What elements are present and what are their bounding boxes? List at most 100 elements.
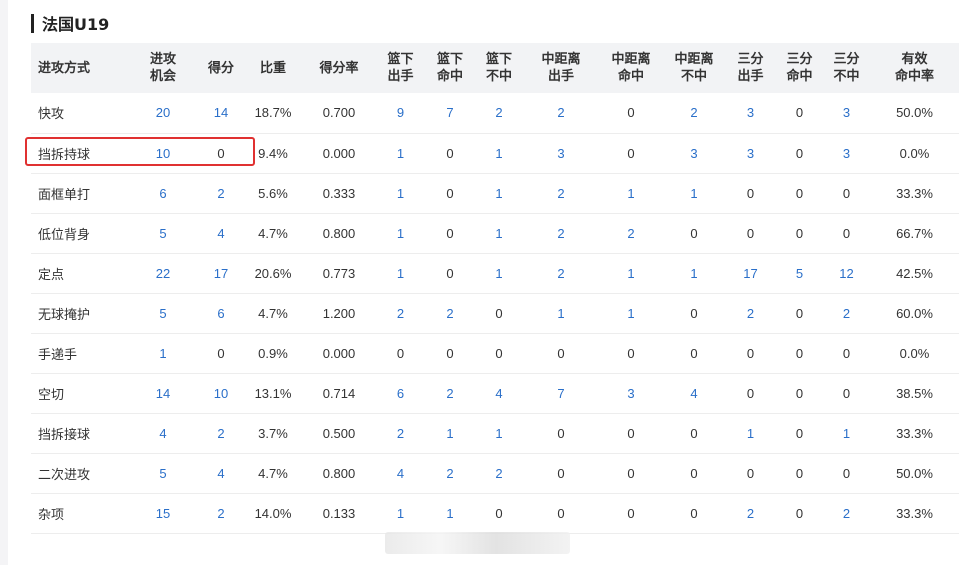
cell-ppp: 0.000 (322, 145, 356, 161)
cell-chances[interactable]: 22 (128, 253, 198, 293)
cell-three_miss[interactable]: 3 (823, 93, 870, 133)
cell-rim_miss[interactable]: 2 (475, 453, 523, 493)
cell-three_miss[interactable]: 2 (823, 493, 870, 533)
cell-rim_att[interactable]: 1 (376, 493, 425, 533)
cell-rim_miss: 0 (495, 505, 503, 521)
column-header-type: 进攻方式 (38, 60, 91, 76)
blurred-watermark (385, 532, 570, 554)
cell-points[interactable]: 4 (198, 213, 244, 253)
cell-three_att[interactable]: 1 (725, 413, 776, 453)
cell-three_miss: 0 (842, 225, 851, 241)
cell-three_att[interactable]: 17 (725, 253, 776, 293)
cell-three_att[interactable]: 2 (725, 293, 776, 333)
cell-points[interactable]: 2 (198, 493, 244, 533)
cell-mid_made[interactable]: 2 (599, 213, 663, 253)
cell-chances[interactable]: 4 (128, 413, 198, 453)
cell-efg: 42.5% (896, 265, 933, 281)
cell-rim_att[interactable]: 1 (376, 133, 425, 173)
cell-rim_att[interactable]: 9 (376, 93, 425, 133)
cell-ppp: 0.700 (322, 105, 356, 121)
column-header-mid_made: 中距离 命中 (611, 52, 651, 84)
cell-mid_att[interactable]: 2 (523, 213, 599, 253)
title-accent-bar (31, 13, 34, 33)
cell-mid_made[interactable]: 1 (599, 293, 663, 333)
cell-mid_made: 0 (627, 105, 635, 121)
cell-points[interactable]: 2 (198, 173, 244, 213)
cell-share: 4.7% (258, 465, 288, 481)
cell-rim_miss[interactable]: 1 (475, 213, 523, 253)
cell-mid_made[interactable]: 3 (599, 373, 663, 413)
cell-chances[interactable]: 14 (128, 373, 198, 413)
cell-mid_made[interactable]: 1 (599, 253, 663, 293)
cell-points[interactable]: 10 (198, 373, 244, 413)
cell-points[interactable]: 4 (198, 453, 244, 493)
cell-rim_miss[interactable]: 1 (475, 133, 523, 173)
cell-rim_made[interactable]: 2 (425, 373, 475, 413)
cell-rim_miss[interactable]: 1 (475, 253, 523, 293)
cell-chances[interactable]: 10 (128, 133, 198, 173)
cell-mid_att[interactable]: 2 (523, 173, 599, 213)
cell-efg: 0.0% (899, 145, 930, 161)
cell-chances[interactable]: 5 (128, 293, 198, 333)
cell-mid_miss[interactable]: 1 (663, 253, 725, 293)
cell-rim_made[interactable]: 7 (425, 93, 475, 133)
table-row: 低位背身 5 4 4.7% 0.800 1 0 1 2 2 0 0 0 0 66.7% (31, 213, 959, 253)
cell-mid_miss[interactable]: 2 (663, 93, 725, 133)
cell-rim_miss[interactable]: 2 (475, 93, 523, 133)
cell-three_miss: 0 (842, 345, 851, 361)
cell-rim_made[interactable]: 1 (425, 413, 475, 453)
cell-three_miss[interactable]: 12 (823, 253, 870, 293)
cell-points[interactable]: 2 (198, 413, 244, 453)
cell-chances[interactable]: 1 (128, 333, 198, 373)
cell-ppp: 0.500 (322, 425, 356, 441)
cell-rim_att[interactable]: 6 (376, 373, 425, 413)
cell-three_att[interactable]: 3 (725, 93, 776, 133)
table-row: 快攻 20 14 18.7% 0.700 9 7 2 2 0 2 3 0 3 50.0% (31, 93, 959, 133)
cell-points[interactable]: 6 (198, 293, 244, 333)
column-header-three_made: 三分 命中 (786, 52, 813, 84)
cell-chances[interactable]: 5 (128, 453, 198, 493)
cell-rim_att[interactable]: 1 (376, 253, 425, 293)
cell-share: 13.1% (254, 385, 292, 401)
cell-mid_att[interactable]: 3 (523, 133, 599, 173)
cell-chances[interactable]: 6 (128, 173, 198, 213)
cell-rim_att[interactable]: 2 (376, 413, 425, 453)
cell-efg: 33.3% (896, 505, 933, 521)
cell-three_att[interactable]: 2 (725, 493, 776, 533)
cell-rim_made: 0 (446, 145, 454, 161)
cell-mid_miss[interactable]: 4 (663, 373, 725, 413)
cell-rim_att[interactable]: 4 (376, 453, 425, 493)
cell-rim_miss[interactable]: 1 (475, 413, 523, 453)
cell-mid_made: 0 (627, 465, 635, 481)
cell-three_made[interactable]: 5 (776, 253, 823, 293)
cell-mid_att[interactable]: 1 (523, 293, 599, 333)
cell-rim_att[interactable]: 1 (376, 173, 425, 213)
cell-three_att: 0 (746, 385, 755, 401)
cell-share: 20.6% (254, 265, 292, 281)
cell-mid_att[interactable]: 2 (523, 253, 599, 293)
cell-rim_made[interactable]: 2 (425, 453, 475, 493)
cell-points[interactable]: 14 (198, 93, 244, 133)
cell-three_miss[interactable]: 3 (823, 133, 870, 173)
cell-rim_att[interactable]: 2 (376, 293, 425, 333)
cell-rim_miss[interactable]: 1 (475, 173, 523, 213)
cell-efg: 50.0% (896, 465, 933, 481)
cell-points[interactable]: 17 (198, 253, 244, 293)
cell-chances[interactable]: 20 (128, 93, 198, 133)
cell-mid_made[interactable]: 1 (599, 173, 663, 213)
cell-share: 14.0% (254, 505, 292, 521)
cell-mid_att[interactable]: 2 (523, 93, 599, 133)
cell-chances[interactable]: 5 (128, 213, 198, 253)
cell-three_miss[interactable]: 2 (823, 293, 870, 333)
cell-rim_att[interactable]: 1 (376, 213, 425, 253)
cell-mid_miss: 0 (690, 505, 698, 521)
cell-rim_made[interactable]: 1 (425, 493, 475, 533)
cell-mid_att[interactable]: 7 (523, 373, 599, 413)
cell-rim_made[interactable]: 2 (425, 293, 475, 333)
cell-mid_miss[interactable]: 1 (663, 173, 725, 213)
cell-mid_miss[interactable]: 3 (663, 133, 725, 173)
cell-rim_miss[interactable]: 4 (475, 373, 523, 413)
cell-three_att[interactable]: 3 (725, 133, 776, 173)
cell-three_miss[interactable]: 1 (823, 413, 870, 453)
cell-chances[interactable]: 15 (128, 493, 198, 533)
